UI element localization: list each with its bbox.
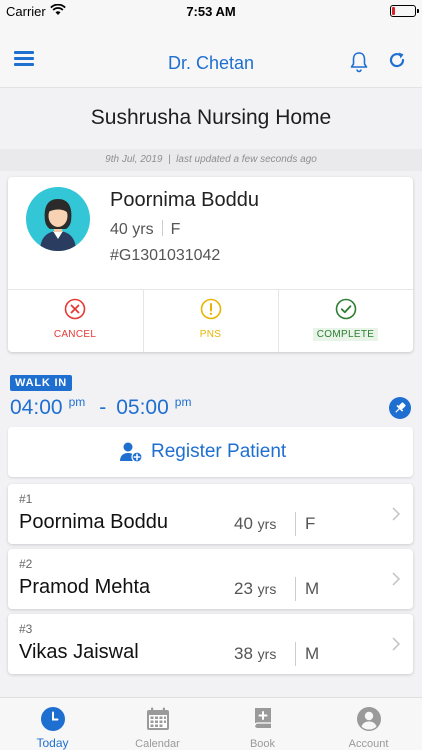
- pns-label: PNS: [199, 329, 222, 340]
- walk-in-badge: WALK IN: [10, 375, 73, 391]
- chevron-right-icon: [392, 507, 401, 521]
- queue-patient-gender: F: [305, 514, 316, 533]
- queue-number: #3: [19, 622, 33, 636]
- row-divider: [295, 642, 296, 666]
- exclamation-circle-icon: [200, 298, 221, 320]
- slot-start: 04:00: [10, 396, 63, 419]
- tab-book-label: Book: [249, 738, 276, 750]
- register-patient-label: Register Patient: [151, 441, 287, 462]
- last-updated: 9th Jul, 2019 | last updated a few secon…: [0, 149, 422, 171]
- row-divider: [295, 512, 296, 536]
- tab-calendar-label: Calendar: [135, 738, 180, 750]
- queue-number: #2: [19, 557, 33, 571]
- complete-button[interactable]: COMPLETE: [278, 290, 412, 352]
- tab-calendar[interactable]: Calendar: [105, 698, 210, 750]
- pin-glyph: [395, 402, 406, 413]
- meta-divider: [161, 220, 163, 236]
- calendar-icon: [146, 707, 169, 730]
- update-separator: |: [168, 154, 171, 165]
- tab-today-label: Today: [36, 736, 69, 750]
- queue-patient-gender: M: [305, 579, 320, 598]
- tab-today[interactable]: Today: [0, 698, 105, 750]
- slot-end-suffix: pm: [174, 395, 192, 409]
- slot-start-suffix: pm: [68, 395, 86, 409]
- chevron-right-icon: [392, 637, 401, 651]
- refresh-icon[interactable]: [387, 50, 407, 70]
- queue-patient-age: 38 yrs: [234, 644, 277, 663]
- slot-time-range: 04:00 pm -05:00 pm: [10, 395, 191, 420]
- clock-time: 7:53 AM: [186, 4, 236, 19]
- queue-patient-name: Vikas Jaiswal: [19, 641, 139, 663]
- battery-icon: [390, 5, 419, 17]
- bell-icon[interactable]: [349, 51, 369, 73]
- update-status: last updated a few seconds ago: [176, 154, 317, 165]
- x-circle-icon: [64, 298, 86, 320]
- time-dash: -: [99, 396, 107, 419]
- patient-name: Poornima Boddu: [110, 189, 259, 211]
- chevron-right-icon: [392, 572, 401, 586]
- nav-bar: Dr. Chetan: [0, 22, 422, 88]
- patient-avatar-icon: [40, 199, 76, 251]
- check-circle-icon: [335, 298, 356, 320]
- pin-icon[interactable]: [389, 397, 411, 419]
- patient-age: 40 yrs: [110, 221, 154, 238]
- queue-patient-age: 40 yrs: [234, 514, 277, 533]
- current-patient-card: Poornima Boddu 40 yrs F #G1301031042 CANC…: [8, 177, 413, 352]
- patient-gender: F: [170, 221, 181, 238]
- list-item[interactable]: #2 Pramod Mehta 23 yrs M: [8, 549, 413, 609]
- complete-label: COMPLETE: [312, 328, 379, 341]
- user-icon: [356, 707, 381, 731]
- slot-end: 05:00: [116, 396, 169, 419]
- queue-number: #1: [19, 492, 33, 506]
- clock-icon: [40, 707, 65, 731]
- cancel-button[interactable]: CANCEL: [8, 290, 142, 352]
- tab-account[interactable]: Account: [316, 698, 421, 750]
- row-divider: [295, 577, 296, 601]
- update-date: 9th Jul, 2019: [105, 154, 163, 165]
- cancel-label: CANCEL: [53, 329, 97, 340]
- tab-book[interactable]: Book: [210, 698, 315, 750]
- book-icon: [253, 708, 271, 728]
- patient-id: #G1301031042: [110, 247, 221, 264]
- avatar: [26, 187, 90, 251]
- queue-patient-name: Pramod Mehta: [19, 576, 151, 598]
- queue-patient-age: 23 yrs: [234, 579, 277, 598]
- list-item[interactable]: #1 Poornima Boddu 40 yrs F: [8, 484, 413, 544]
- queue-patient-name: Poornima Boddu: [19, 511, 168, 533]
- add-user-icon: [120, 442, 143, 463]
- pns-button[interactable]: PNS: [143, 290, 277, 352]
- patient-meta: 40 yrs F: [110, 220, 180, 239]
- clinic-name: Sushrusha Nursing Home: [90, 106, 332, 129]
- tab-bar: Today Calendar Book Account: [0, 697, 422, 750]
- register-patient-button[interactable]: Register Patient: [8, 427, 413, 477]
- queue-patient-gender: M: [305, 644, 320, 663]
- tab-account-label: Account: [348, 738, 389, 750]
- status-bar: Carrier 7:53 AM: [0, 0, 422, 22]
- list-item[interactable]: #3 Vikas Jaiswal 38 yrs M: [8, 614, 413, 674]
